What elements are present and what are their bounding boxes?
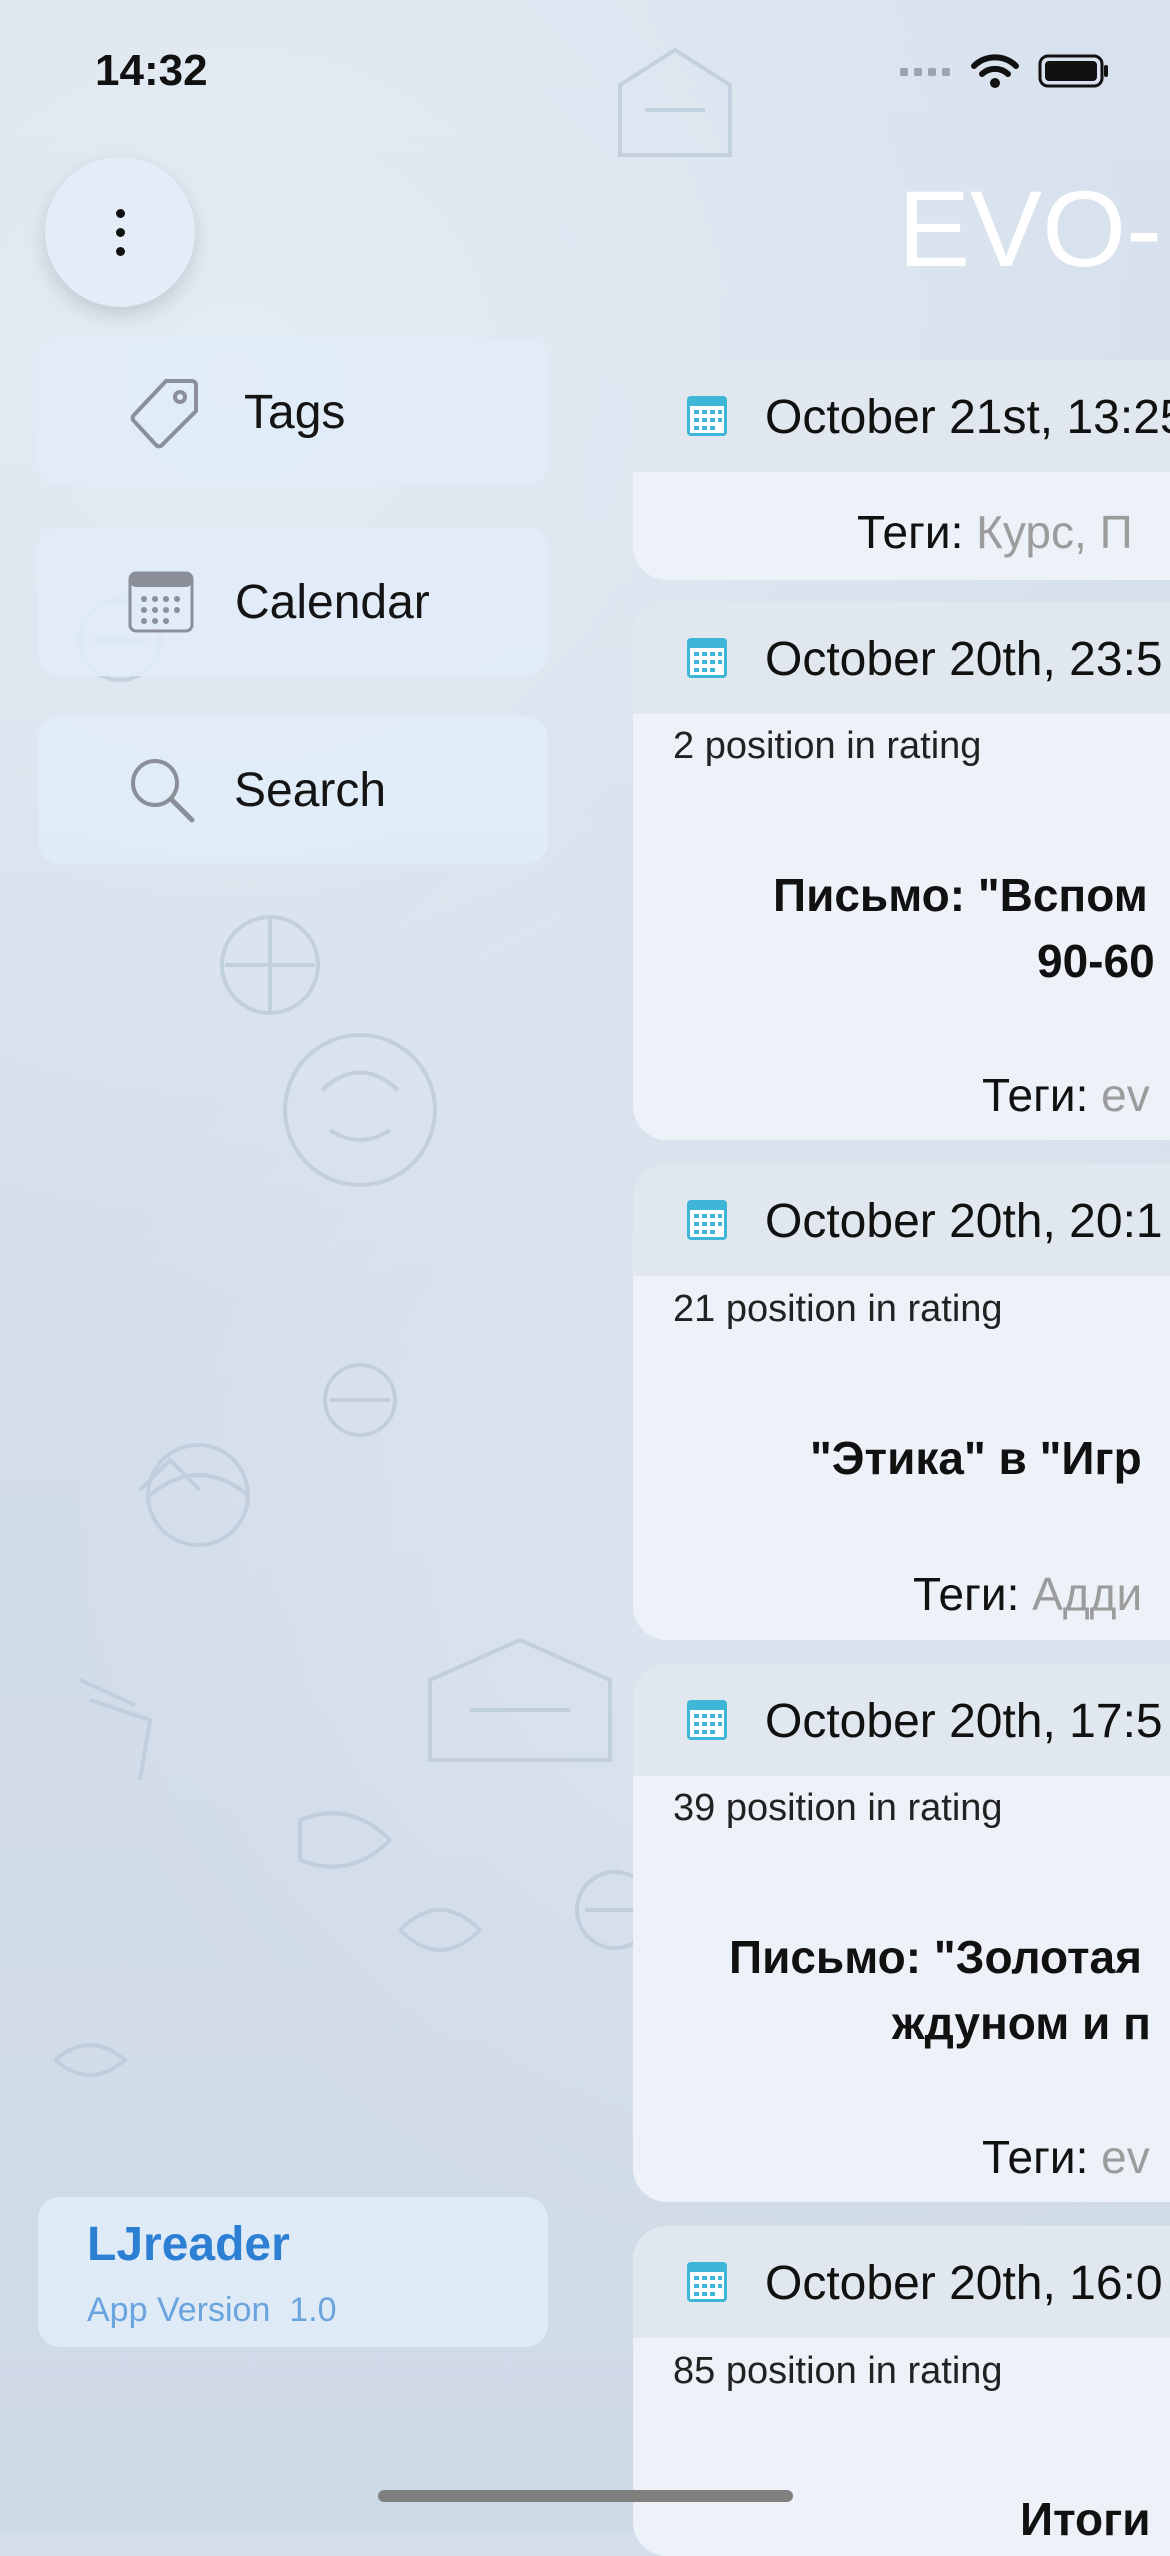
sidebar-item-tags[interactable]: Tags bbox=[38, 338, 548, 486]
post-title: Итоги bbox=[1020, 2493, 1151, 2545]
more-menu-button[interactable] bbox=[45, 157, 195, 307]
wifi-icon bbox=[971, 54, 1019, 88]
post-date: October 20th, 20:1 bbox=[765, 1195, 1163, 1248]
calendar-icon bbox=[687, 1700, 727, 1740]
post-rating: 39 position in rating bbox=[673, 1787, 1003, 1829]
search-icon bbox=[131, 759, 195, 823]
post-date-header: October 20th, 16:0 bbox=[633, 2226, 1170, 2338]
sidebar-item-label: Tags bbox=[244, 385, 346, 439]
status-icons bbox=[900, 52, 1110, 90]
post-date-header: October 20th, 17:5 bbox=[633, 1664, 1170, 1776]
post-date-header: October 21st, 13:25 bbox=[633, 360, 1170, 472]
post-date-header: October 20th, 20:1 bbox=[633, 1164, 1170, 1276]
post-date-header: October 20th, 23:5 bbox=[633, 602, 1170, 714]
post-date: October 20th, 16:0 bbox=[765, 2257, 1163, 2310]
post-title: Письмо: "Вспом bbox=[773, 869, 1148, 921]
post-date: October 21st, 13:25 bbox=[765, 391, 1170, 444]
calendar-icon bbox=[687, 638, 727, 678]
post-date: October 20th, 23:5 bbox=[765, 633, 1163, 686]
sidebar-item-calendar[interactable]: Calendar bbox=[38, 528, 548, 676]
calendar-icon bbox=[687, 396, 727, 436]
post-tags: Теги: ev bbox=[982, 1069, 1150, 1121]
home-indicator[interactable] bbox=[378, 2490, 793, 2502]
post-card[interactable]: October 20th, 20:1 21 position in rating… bbox=[633, 1164, 1170, 1640]
post-title: Письмо: "Золотая bbox=[729, 1931, 1142, 1983]
post-card[interactable]: October 20th, 23:5 2 position in rating … bbox=[633, 602, 1170, 1140]
calendar-icon bbox=[687, 1200, 727, 1240]
tag-icon bbox=[130, 379, 198, 449]
status-time: 14:32 bbox=[95, 46, 208, 95]
more-vertical-icon bbox=[115, 204, 125, 261]
post-tags: Теги: Курс, П bbox=[857, 506, 1133, 558]
post-title-line2: 90-60 bbox=[1037, 935, 1155, 987]
app-version: App Version 1.0 bbox=[87, 2291, 337, 2329]
post-card[interactable]: October 20th, 16:0 85 position in rating… bbox=[633, 2226, 1170, 2556]
page-title: EVO-L bbox=[898, 168, 1170, 289]
battery-icon bbox=[1038, 54, 1108, 88]
sidebar-item-label: Search bbox=[234, 763, 387, 817]
app-info-card: LJreader App Version 1.0 bbox=[38, 2197, 548, 2347]
post-rating: 85 position in rating bbox=[673, 2350, 1003, 2392]
post-title: "Этика" в "Игр bbox=[810, 1432, 1142, 1484]
post-rating: 2 position in rating bbox=[673, 725, 982, 767]
sidebar-item-label: Calendar bbox=[235, 575, 430, 629]
post-tags: Теги: Адди bbox=[913, 1568, 1143, 1620]
calendar-icon bbox=[128, 571, 194, 633]
post-card[interactable]: October 21st, 13:25 Теги: Курс, П bbox=[633, 360, 1170, 580]
app-name: LJreader bbox=[87, 2218, 290, 2271]
sidebar-item-search[interactable]: Search bbox=[38, 716, 548, 864]
post-card[interactable]: October 20th, 17:5 39 position in rating… bbox=[633, 1664, 1170, 2202]
calendar-icon bbox=[687, 2262, 727, 2302]
post-tags: Теги: ev bbox=[982, 2131, 1150, 2183]
post-title-line2: ждуном и п bbox=[892, 1997, 1151, 2049]
post-date: October 20th, 17:5 bbox=[765, 1695, 1163, 1748]
cellular-signal-icon bbox=[900, 68, 950, 76]
post-rating: 21 position in rating bbox=[673, 1288, 1003, 1330]
